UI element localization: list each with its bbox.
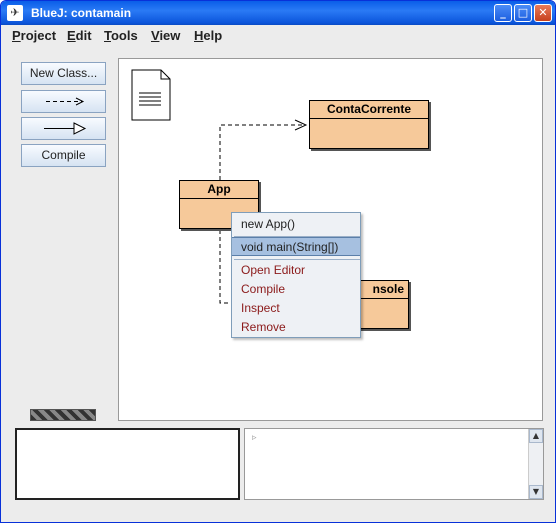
- menu-edit-mnemonic: E: [67, 28, 76, 43]
- bluej-bird-icon: ✈: [7, 5, 23, 21]
- object-bench[interactable]: [15, 428, 240, 500]
- class-name: nsole: [360, 281, 408, 299]
- class-contacorrente[interactable]: ContaCorrente: [309, 100, 429, 149]
- codepad-scrollbar[interactable]: ▲ ▼: [528, 429, 543, 499]
- menu-tools[interactable]: Tools: [104, 28, 138, 43]
- menu-separator: [234, 259, 360, 260]
- status-bar: [1, 507, 555, 522]
- machine-activity-indicator: [30, 409, 96, 421]
- dashed-arrow-icon: [45, 97, 84, 106]
- menu-item-open-editor[interactable]: Open Editor: [232, 261, 360, 280]
- menu-item-new-app[interactable]: new App(): [232, 215, 360, 234]
- code-pad[interactable]: ▹ ▲ ▼: [244, 428, 544, 500]
- class-context-menu: new App() void main(String[]) Open Edito…: [231, 212, 361, 338]
- class-console[interactable]: nsole: [359, 280, 409, 329]
- menu-item-void-main[interactable]: void main(String[]): [232, 237, 360, 256]
- menu-tools-rest: ools: [110, 28, 138, 43]
- menu-help-rest: elp: [203, 28, 223, 43]
- uses-arrow-button[interactable]: [21, 90, 106, 113]
- title-bar[interactable]: ✈ BlueJ: contamain _ □ ✕: [1, 1, 555, 25]
- codepad-prompt-icon: ▹: [252, 433, 257, 443]
- compile-button[interactable]: Compile: [21, 144, 106, 167]
- menu-project-rest: roject: [20, 28, 57, 43]
- new-class-button[interactable]: New Class...: [21, 62, 106, 85]
- menu-help-mnemonic: H: [194, 28, 204, 43]
- minimize-button[interactable]: _: [494, 4, 512, 22]
- inheritance-arrow-button[interactable]: [21, 117, 106, 140]
- inheritance-arrow-icon: [43, 122, 86, 135]
- menu-edit-rest: dit: [75, 28, 92, 43]
- class-name: ContaCorrente: [310, 101, 428, 119]
- menu-project[interactable]: Project: [12, 28, 56, 43]
- menu-tools-mnemonic: T: [104, 28, 111, 43]
- menu-item-remove[interactable]: Remove: [232, 318, 360, 337]
- menu-item-inspect[interactable]: Inspect: [232, 299, 360, 318]
- menu-bar: Project Edit Tools View Help: [1, 25, 555, 47]
- menu-view[interactable]: View: [151, 28, 180, 43]
- scroll-up-icon[interactable]: ▲: [529, 429, 543, 443]
- menu-project-mnemonic: P: [12, 28, 21, 43]
- scroll-down-icon[interactable]: ▼: [529, 485, 543, 499]
- menu-item-compile[interactable]: Compile: [232, 280, 360, 299]
- menu-help[interactable]: Help: [194, 28, 222, 43]
- menu-view-rest: iew: [159, 28, 181, 43]
- close-button[interactable]: ✕: [534, 4, 552, 22]
- bluej-window: ✈ BlueJ: contamain _ □ ✕ Project Edit To…: [0, 0, 556, 523]
- menu-edit[interactable]: Edit: [67, 28, 92, 43]
- maximize-button[interactable]: □: [514, 4, 532, 22]
- window-title: BlueJ: contamain: [31, 6, 132, 20]
- class-name: App: [180, 181, 258, 199]
